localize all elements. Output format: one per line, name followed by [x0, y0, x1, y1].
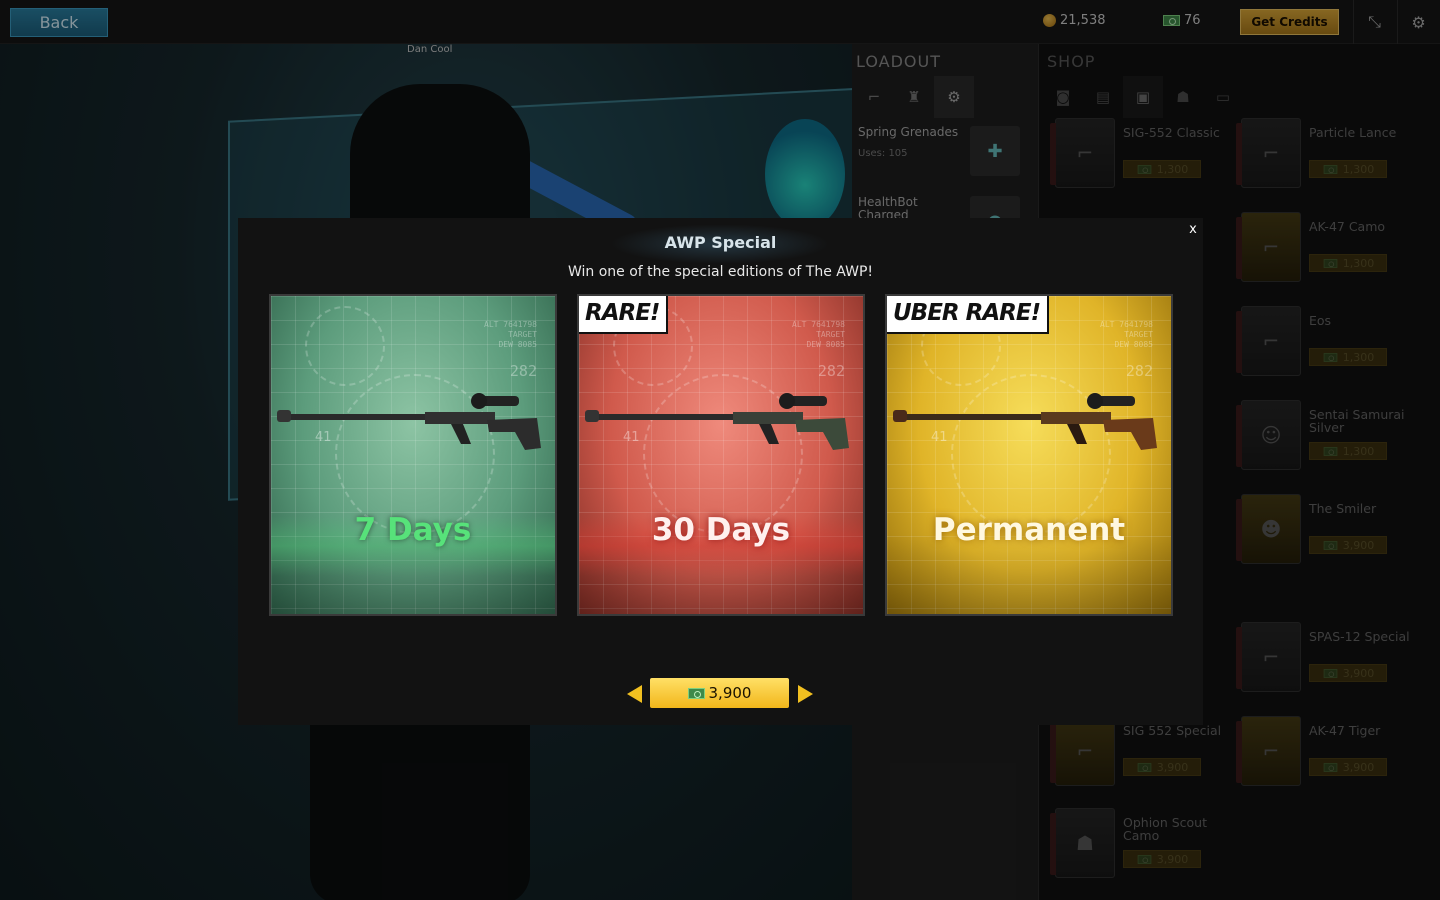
card-hud-text: ALT 7641798 TARGET DEW 8085 [792, 320, 845, 349]
awp-rifle-icon [277, 393, 541, 450]
card-hud-number: 282 [1125, 362, 1153, 380]
cash-icon [687, 687, 705, 699]
card-hud-number: 282 [509, 362, 537, 380]
awp-rifle-camo-icon [585, 393, 849, 450]
prize-card-30-days[interactable]: ALT 7641798 TARGET DEW 8085 282 41 30 Da… [577, 294, 865, 616]
modal-title: AWP Special [664, 233, 777, 252]
modal-subtitle: Win one of the special editions of The A… [567, 264, 873, 280]
awp-special-modal: AWP Special Win one of the special editi… [238, 218, 1203, 725]
buy-price-button[interactable]: 3,900 [650, 678, 789, 708]
card-hud-number: 282 [817, 362, 845, 380]
rare-badge: RARE! [579, 296, 669, 334]
card-duration-label: Permanent [932, 512, 1126, 548]
scope-ring [305, 306, 385, 386]
uber-rare-badge: UBER RARE! [887, 296, 1050, 334]
prize-card-7-days[interactable]: ALT 7641798 TARGET DEW 8085 282 41 7 Day… [269, 294, 557, 616]
awp-rifle-tiger-icon [893, 393, 1157, 450]
card-hud-text: ALT 7641798 TARGET DEW 8085 [1100, 320, 1153, 349]
prize-card-permanent[interactable]: ALT 7641798 TARGET DEW 8085 282 41 Perma… [885, 294, 1173, 616]
buy-price-value: 3,900 [708, 684, 752, 702]
card-hud-text: ALT 7641798 TARGET DEW 8085 [484, 320, 537, 349]
close-button[interactable]: x [1185, 220, 1201, 238]
card-duration-label: 7 Days [354, 512, 472, 548]
card-duration-label: 30 Days [651, 512, 791, 548]
next-arrow-icon[interactable] [798, 685, 813, 703]
previous-arrow-icon[interactable] [627, 685, 642, 703]
